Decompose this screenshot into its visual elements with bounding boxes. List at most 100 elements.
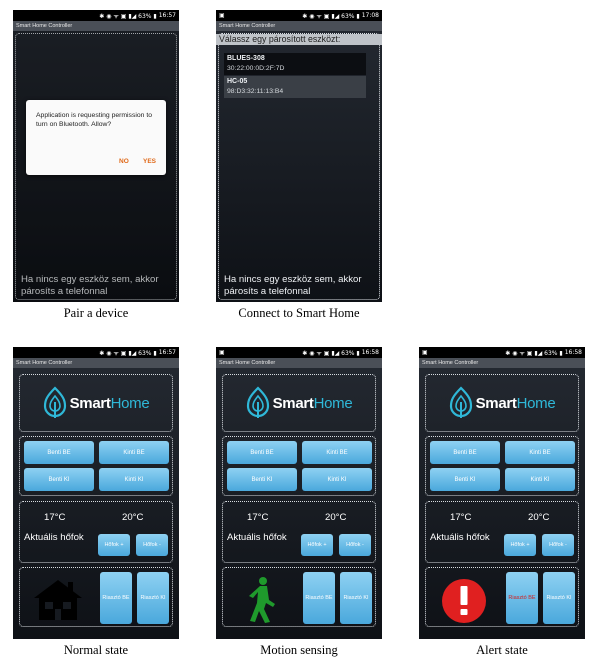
app-title: Smart Home Controller: [13, 358, 179, 368]
device-mac: 30:22:00:0D:2F:7D: [227, 65, 285, 72]
notification-icon: ▣: [219, 12, 225, 19]
logo-panel: Smart Home: [222, 374, 376, 432]
logo-text-home: Home: [110, 394, 150, 412]
app-title: Smart Home Controller: [419, 358, 585, 368]
temp-inside: 17°C: [44, 512, 66, 523]
device-name: BLUES-308: [227, 55, 265, 62]
alarm-on-button[interactable]: Riasztó BE: [303, 572, 335, 624]
temp-plus-button[interactable]: Hőfok +: [301, 534, 333, 556]
logo-text-smart: Smart: [272, 394, 314, 412]
temp-minus-button[interactable]: Hőfok -: [339, 534, 371, 556]
caption-normal: Normal state: [63, 643, 129, 657]
status-icons: ✱ ◉ ᯤ ▣ ▮◢ 63% ▮: [99, 12, 157, 20]
app-screen: Válassz egy párosított eszközt: BLUES-30…: [216, 31, 382, 302]
temp-inside: 17°C: [450, 512, 472, 523]
kinti-be-button[interactable]: Kinti BE: [505, 441, 575, 464]
smarthome-logo-icon: [449, 386, 472, 418]
app-screen: Smart Home Benti BE Kinti BE Benti KI Kin…: [216, 368, 382, 639]
caption-connect: Connect to Smart Home: [238, 306, 360, 320]
temp-minus-button[interactable]: Hőfok -: [136, 534, 168, 556]
app-screen: Smart Home Benti BE Kinti BE Benti KI Kin…: [419, 368, 585, 639]
phone-connect: ▣ ✱ ◉ ᯤ ▣ ▮◢ 63% ▮ 17:08 Smart Home Cont…: [216, 10, 382, 302]
temp-plus-button[interactable]: Hőfok +: [504, 534, 536, 556]
dialog-no-button[interactable]: NO: [119, 158, 129, 165]
alarm-on-button[interactable]: Riasztó BE: [100, 572, 132, 624]
kinti-ki-button[interactable]: Kinti KI: [505, 468, 575, 491]
status-icons: ✱ ◉ ᯤ ▣ ▮◢ 63% ▮: [302, 349, 360, 357]
status-bar: ▣ ✱ ◉ ᯤ ▣ ▮◢ 63% ▮ 16:58: [216, 347, 382, 358]
temp-outside: 20°C: [122, 512, 144, 523]
caption-motion: Motion sensing: [260, 643, 338, 657]
app-screen: Smart Home Benti BE Kinti BE Benti KI Kin…: [13, 368, 179, 639]
temp-label: Aktuális hőfok: [24, 532, 84, 543]
device-item[interactable]: HC-05 98:D3:32:11:13:B4: [224, 76, 366, 98]
light-controls: Benti BE Kinti BE Benti KI Kinti KI: [222, 436, 376, 496]
temp-minus-button[interactable]: Hőfok -: [542, 534, 574, 556]
logo-text-home: Home: [516, 394, 556, 412]
temp-label: Aktuális hőfok: [227, 532, 287, 543]
device-item[interactable]: BLUES-308 30:22:00:0D:2F:7D: [224, 53, 366, 75]
alarm-panel: Riasztó BE Riasztó KI: [222, 567, 376, 627]
temp-outside: 20°C: [325, 512, 347, 523]
app-title: Smart Home Controller: [13, 21, 179, 31]
status-time: 16:58: [361, 349, 379, 356]
kinti-be-button[interactable]: Kinti BE: [302, 441, 372, 464]
status-bar: ▣ ✱ ◉ ᯤ ▣ ▮◢ 63% ▮ 17:08: [216, 10, 382, 21]
dialog-message: Application is requesting permission to …: [36, 112, 152, 128]
benti-be-button[interactable]: Benti BE: [24, 441, 94, 464]
logo-panel: Smart Home: [19, 374, 173, 432]
dialog-yes-button[interactable]: YES: [143, 158, 156, 165]
status-time: 17:08: [361, 12, 379, 19]
status-bar: ✱ ◉ ᯤ ▣ ▮◢ 63% ▮ 16:57: [13, 347, 179, 358]
bluetooth-permission-dialog: Application is requesting permission to …: [26, 100, 166, 175]
alarm-panel: Riasztó BE Riasztó KI: [19, 567, 173, 627]
temperature-panel: 17°C 20°C Aktuális hőfok Hőfok + Hőfok -: [222, 501, 376, 563]
alarm-off-button[interactable]: Riasztó KI: [340, 572, 372, 624]
smarthome-logo-icon: [246, 386, 269, 418]
alarm-on-button[interactable]: Riasztó BE: [506, 572, 538, 624]
kinti-ki-button[interactable]: Kinti KI: [99, 468, 169, 491]
temp-plus-button[interactable]: Hőfok +: [98, 534, 130, 556]
app-title: Smart Home Controller: [216, 358, 382, 368]
smarthome-logo-icon: [43, 386, 66, 418]
status-time: 16:58: [564, 349, 582, 356]
status-time: 16:57: [158, 349, 176, 356]
status-bar: ✱ ◉ ᯤ ▣ ▮◢ 63% ▮ 16:57: [13, 10, 179, 21]
temperature-panel: 17°C 20°C Aktuális hőfok Hőfok + Hőfok -: [425, 501, 579, 563]
walking-person-icon: [249, 577, 275, 623]
notification-icon: ▣: [422, 349, 428, 356]
pair-hint-text: Ha nincs egy eszköz sem, akkor párosíts …: [224, 274, 362, 297]
benti-be-button[interactable]: Benti BE: [430, 441, 500, 464]
light-controls: Benti BE Kinti BE Benti KI Kinti KI: [19, 436, 173, 496]
benti-be-button[interactable]: Benti BE: [227, 441, 297, 464]
alarm-off-button[interactable]: Riasztó KI: [543, 572, 575, 624]
temp-outside: 20°C: [528, 512, 550, 523]
alarm-panel: Riasztó BE Riasztó KI: [425, 567, 579, 627]
alarm-off-button[interactable]: Riasztó KI: [137, 572, 169, 624]
device-mac: 98:D3:32:11:13:B4: [227, 88, 284, 95]
device-list-header: Válassz egy párosított eszközt:: [216, 34, 382, 45]
temp-inside: 17°C: [247, 512, 269, 523]
phone-normal: ✱ ◉ ᯤ ▣ ▮◢ 63% ▮ 16:57 Smart Home Contro…: [13, 347, 179, 639]
alert-exclamation-icon: [442, 579, 486, 623]
phone-motion: ▣ ✱ ◉ ᯤ ▣ ▮◢ 63% ▮ 16:58 Smart Home Cont…: [216, 347, 382, 639]
status-icons: ✱ ◉ ᯤ ▣ ▮◢ 63% ▮: [99, 349, 157, 357]
logo-text-smart: Smart: [69, 394, 111, 412]
device-name: HC-05: [227, 78, 248, 85]
status-icons: ✱ ◉ ᯤ ▣ ▮◢ 63% ▮: [505, 349, 563, 357]
logo-text-smart: Smart: [475, 394, 517, 412]
benti-ki-button[interactable]: Benti KI: [24, 468, 94, 491]
caption-alert: Alert state: [476, 643, 528, 657]
kinti-be-button[interactable]: Kinti BE: [99, 441, 169, 464]
benti-ki-button[interactable]: Benti KI: [227, 468, 297, 491]
temperature-panel: 17°C 20°C Aktuális hőfok Hőfok + Hőfok -: [19, 501, 173, 563]
caption-pair: Pair a device: [63, 306, 129, 320]
notification-icon: ▣: [219, 349, 225, 356]
kinti-ki-button[interactable]: Kinti KI: [302, 468, 372, 491]
phone-alert: ▣ ✱ ◉ ᯤ ▣ ▮◢ 63% ▮ 16:58 Smart Home Cont…: [419, 347, 585, 639]
status-bar: ▣ ✱ ◉ ᯤ ▣ ▮◢ 63% ▮ 16:58: [419, 347, 585, 358]
logo-text-home: Home: [313, 394, 353, 412]
logo-panel: Smart Home: [425, 374, 579, 432]
benti-ki-button[interactable]: Benti KI: [430, 468, 500, 491]
status-icons: ✱ ◉ ᯤ ▣ ▮◢ 63% ▮: [302, 12, 360, 20]
